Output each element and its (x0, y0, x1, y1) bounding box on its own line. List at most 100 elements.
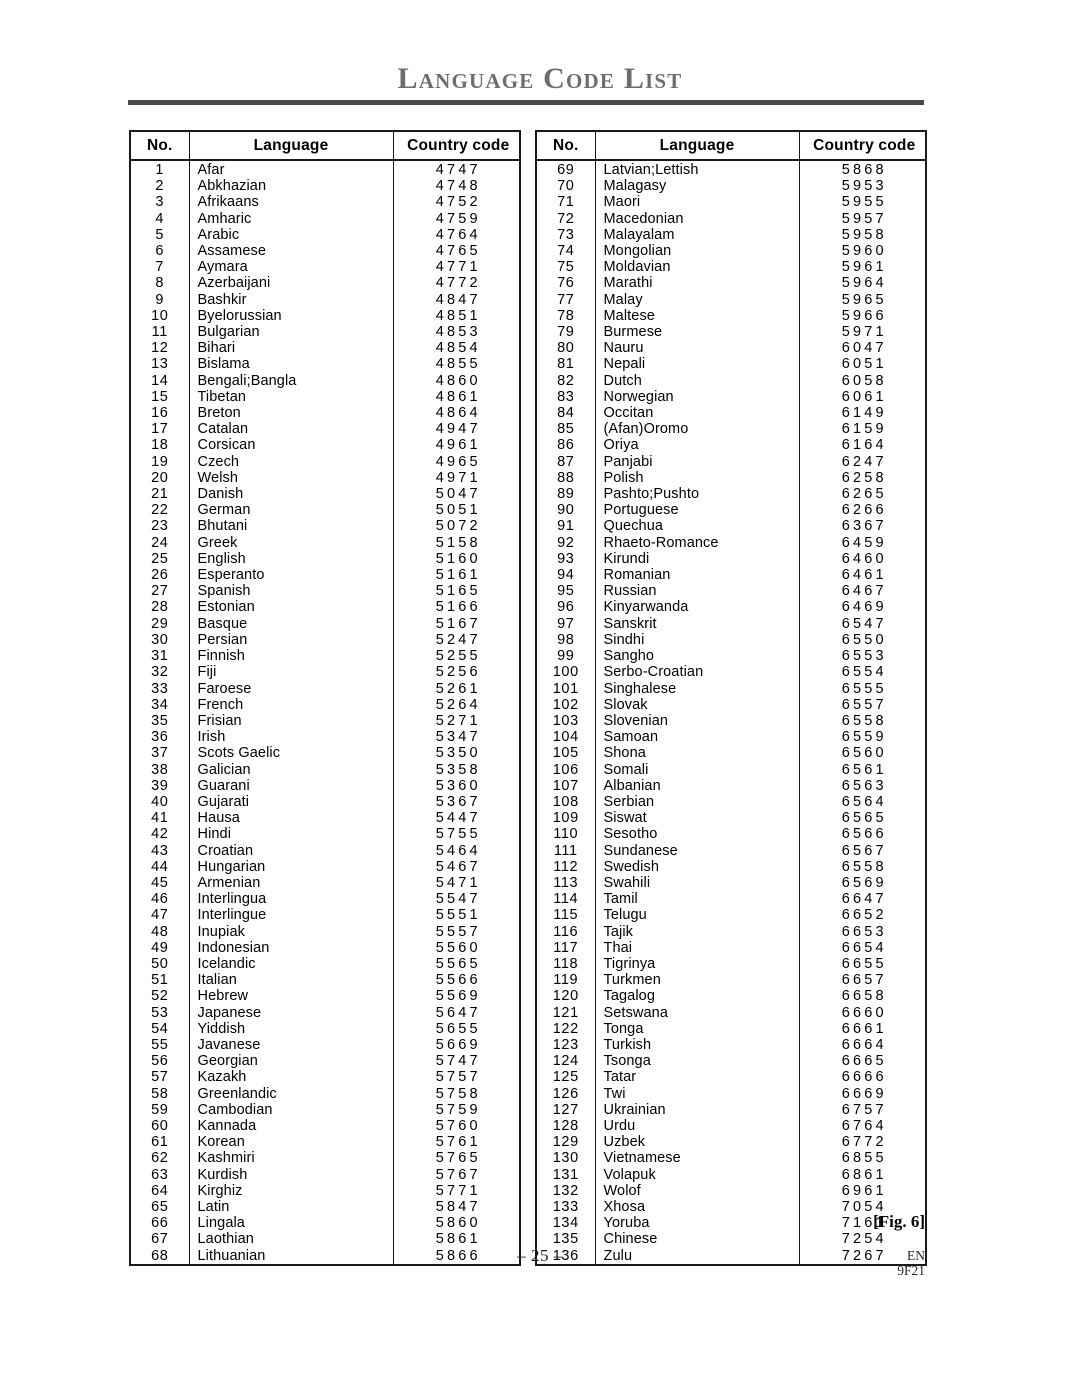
cell-no: 34 (129, 696, 190, 713)
cell-country-code: 5347 (392, 729, 521, 746)
table-row: 131 Volapuk 6861 (535, 1166, 927, 1183)
table-row: 106 Somali 6561 (535, 761, 927, 778)
column-header-language: Language (594, 131, 800, 161)
table-row: 27 Spanish 5165 (129, 583, 521, 600)
table-row: 35 Frisian 5271 (129, 712, 521, 730)
cell-country-code: 6461 (798, 567, 927, 584)
cell-no: 127 (535, 1101, 596, 1118)
cell-no: 8 (129, 275, 190, 292)
cell-no: 16 (129, 405, 190, 422)
table-row: 93 Kirundi 6460 (535, 550, 927, 568)
cell-country-code: 4965 (392, 453, 521, 470)
cell-language: Russian (594, 583, 800, 600)
table-row: 64 Kirghiz 5771 (129, 1182, 521, 1199)
cell-country-code: 6647 (798, 891, 927, 908)
cell-language: Corsican (188, 437, 394, 454)
cell-no: 108 (535, 793, 596, 811)
cell-country-code: 5358 (392, 761, 521, 778)
cell-country-code: 4947 (392, 421, 521, 438)
table-row: 86 Oriya 6164 (535, 437, 927, 454)
cell-language: Indonesian (188, 939, 394, 956)
cell-no: 38 (129, 761, 190, 778)
table-row: 61 Korean 5761 (129, 1134, 521, 1151)
cell-country-code: 6367 (798, 518, 927, 535)
table-row: 128 Urdu 6764 (535, 1117, 927, 1135)
table-row: 95 Russian 6467 (535, 583, 927, 600)
table-row: 18 Corsican 4961 (129, 437, 521, 454)
cell-country-code: 5755 (392, 826, 521, 843)
cell-language: Dutch (594, 372, 800, 389)
cell-country-code: 6961 (798, 1182, 927, 1199)
cell-no: 5 (129, 226, 190, 244)
cell-no: 110 (535, 826, 596, 843)
cell-language: Tamil (594, 891, 800, 908)
cell-no: 37 (129, 745, 190, 762)
cell-language: Yoruba (594, 1215, 800, 1232)
table-row: 63 Kurdish 5767 (129, 1166, 521, 1183)
table-row: 24 Greek 5158 (129, 534, 521, 551)
cell-country-code: 6061 (798, 388, 927, 406)
cell-language: Bashkir (188, 291, 394, 308)
cell-country-code: 6658 (798, 988, 927, 1005)
cell-language: Armenian (188, 874, 394, 892)
cell-no: 17 (129, 421, 190, 438)
cell-language: Gujarati (188, 793, 394, 811)
cell-country-code: 6149 (798, 405, 927, 422)
cell-no: 18 (129, 437, 190, 454)
cell-country-code: 4855 (392, 356, 521, 373)
cell-no: 11 (129, 324, 190, 341)
table-row: 115 Telugu 6652 (535, 907, 927, 924)
cell-country-code: 4748 (392, 178, 521, 195)
cell-country-code: 5051 (392, 502, 521, 519)
table-row: 23 Bhutani 5072 (129, 518, 521, 535)
cell-no: 103 (535, 712, 596, 730)
cell-language: Kirundi (594, 550, 800, 568)
table-row: 133 Xhosa 7054 (535, 1199, 927, 1216)
table-row: 12 Bihari 4854 (129, 340, 521, 357)
table-row: 53 Japanese 5647 (129, 1004, 521, 1021)
cell-no: 33 (129, 680, 190, 697)
table-row: 2 Abkhazian 4748 (129, 178, 521, 195)
cell-country-code: 5158 (392, 534, 521, 551)
cell-language: Mongolian (594, 243, 800, 260)
cell-language: Thai (594, 939, 800, 956)
cell-country-code: 4864 (392, 405, 521, 422)
cell-country-code: 5367 (392, 793, 521, 811)
table-row: 3 Afrikaans 4752 (129, 194, 521, 211)
cell-country-code: 6051 (798, 356, 927, 373)
cell-no: 86 (535, 437, 596, 454)
cell-no: 106 (535, 761, 596, 778)
cell-language: Singhalese (594, 680, 800, 697)
cell-no: 29 (129, 615, 190, 632)
table-row: 28 Estonian 5166 (129, 599, 521, 616)
table-row: 32 Fiji 5256 (129, 664, 521, 681)
cell-country-code: 5965 (798, 291, 927, 308)
cell-country-code: 5255 (392, 648, 521, 665)
cell-country-code: 5167 (392, 615, 521, 632)
table-row: 55 Javanese 5669 (129, 1036, 521, 1054)
table-row: 121 Setswana 6660 (535, 1004, 927, 1021)
table-row: 117 Thai 6654 (535, 939, 927, 956)
cell-no: 21 (129, 486, 190, 503)
table-row: 89 Pashto;Pushto 6265 (535, 486, 927, 503)
cell-country-code: 6660 (798, 1004, 927, 1021)
cell-no: 131 (535, 1166, 596, 1183)
table-row: 17 Catalan 4947 (129, 421, 521, 438)
cell-country-code: 5847 (392, 1199, 521, 1216)
table-body-right: 69 Latvian;Lettish 5868 70 Malagasy 5953 71 Mao… (535, 160, 927, 1265)
table-row: 132 Wolof 6961 (535, 1182, 927, 1199)
cell-language: Tagalog (594, 988, 800, 1005)
cell-country-code: 6757 (798, 1101, 927, 1118)
cell-no: 100 (535, 664, 596, 681)
cell-no: 125 (535, 1069, 596, 1086)
cell-language: Uzbek (594, 1134, 800, 1151)
table-row: 20 Welsh 4971 (129, 469, 521, 487)
cell-country-code: 6654 (798, 939, 927, 956)
cell-language: Afrikaans (188, 194, 394, 211)
table-row: 110 Sesotho 6566 (535, 826, 927, 843)
cell-no: 72 (535, 210, 596, 227)
table-row: 94 Romanian 6461 (535, 567, 927, 584)
cell-country-code: 5655 (392, 1020, 521, 1037)
cell-no: 92 (535, 534, 596, 551)
cell-country-code: 5350 (392, 745, 521, 762)
